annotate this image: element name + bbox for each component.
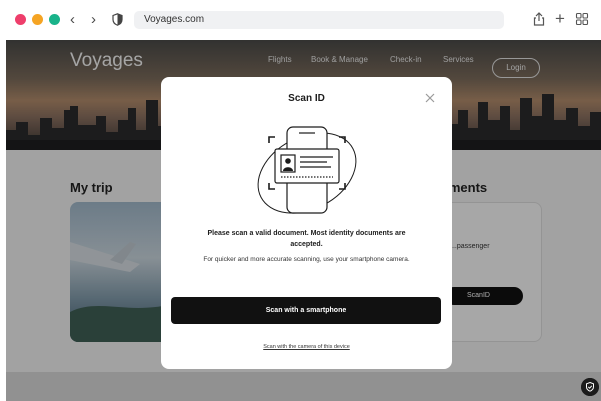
shield-check-icon[interactable]: [581, 378, 599, 396]
privacy-shield-icon[interactable]: [112, 13, 123, 26]
back-icon[interactable]: ‹: [70, 10, 75, 30]
browser-toolbar: ‹ › Voyages.com +: [0, 0, 601, 40]
dialog-message: Please scan a valid document. Most ident…: [207, 230, 406, 248]
window-zoom-button[interactable]: [49, 14, 60, 25]
close-icon[interactable]: [423, 91, 437, 105]
tab-overview-icon[interactable]: [574, 11, 590, 27]
phone-scanning-id-card-icon: [257, 126, 357, 214]
scan-with-smartphone-button[interactable]: Scan with a smartphone: [171, 297, 441, 324]
new-tab-icon[interactable]: +: [552, 10, 568, 27]
forward-icon[interactable]: ›: [91, 10, 96, 30]
dialog-title: Scan ID: [288, 93, 325, 104]
share-icon[interactable]: [531, 11, 547, 27]
address-bar[interactable]: Voyages.com: [134, 11, 504, 29]
dialog-hint: For quicker and more accurate scanning, …: [203, 256, 410, 263]
window-minimize-button[interactable]: [32, 14, 43, 25]
scan-id-dialog: Scan ID Please scan a valid document. Mo…: [161, 77, 452, 369]
scan-with-device-camera-link[interactable]: Scan with the camera of this device: [161, 344, 452, 350]
window-close-button[interactable]: [15, 14, 26, 25]
